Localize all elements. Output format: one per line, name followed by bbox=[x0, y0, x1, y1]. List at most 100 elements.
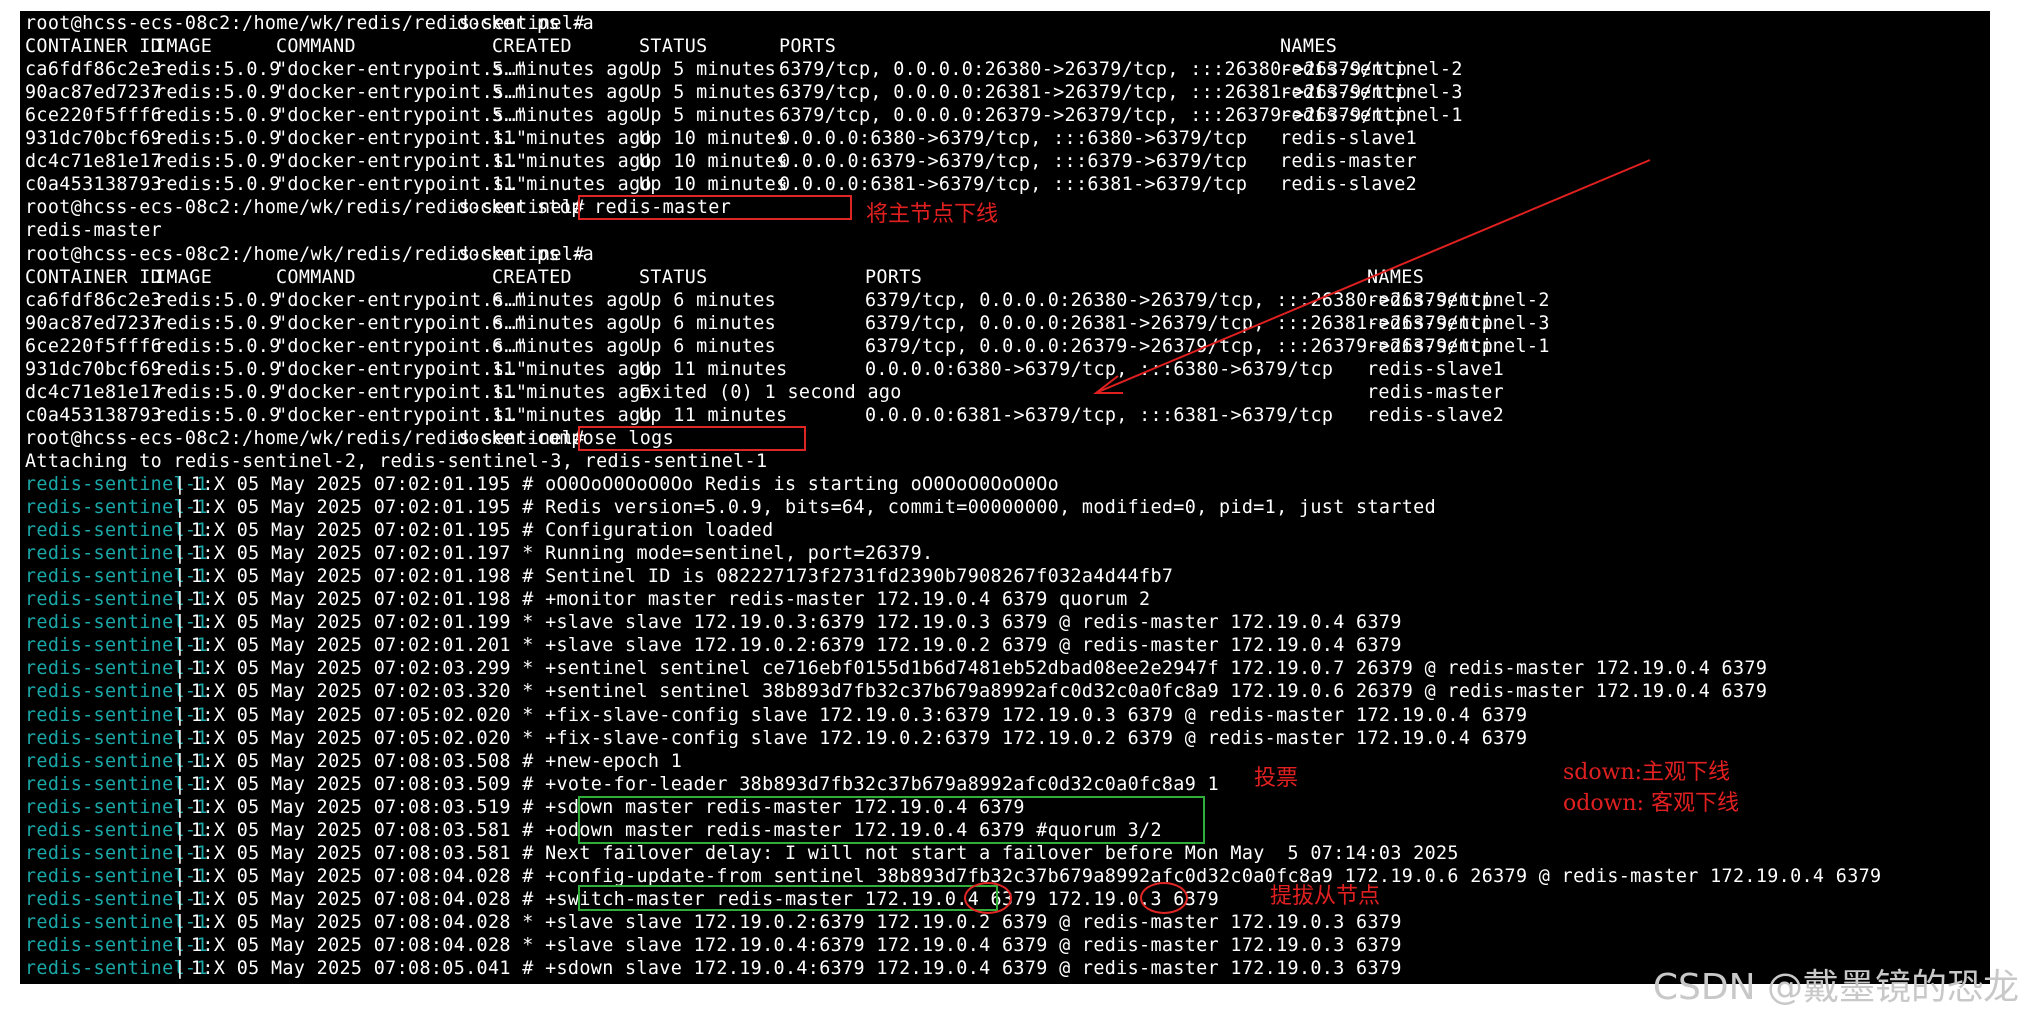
created-cell: 5 minutes ago bbox=[492, 59, 641, 81]
command-cell: "docker-entrypoint.s…" bbox=[276, 174, 528, 196]
created-cell: 11 minutes ago bbox=[492, 381, 652, 403]
image-name: redis:5.0.9 bbox=[155, 335, 281, 357]
container-id: 6ce220f5fff6 bbox=[25, 335, 163, 357]
command-cell: "docker-entrypoint.s…" bbox=[276, 59, 528, 81]
header-status: STATUS bbox=[639, 36, 708, 58]
log-message: 1:X 05 May 2025 07:02:01.198 # Sentinel … bbox=[191, 566, 1174, 588]
created-cell: 5 minutes ago bbox=[492, 105, 641, 127]
image-name: redis:5.0.9 bbox=[155, 358, 281, 380]
circle-old-master-ip bbox=[964, 882, 1012, 914]
container-id: ca6fdf86c2e3 bbox=[25, 59, 163, 81]
image-name: redis:5.0.9 bbox=[155, 128, 281, 150]
names-cell: redis-sentinel-1 bbox=[1280, 105, 1463, 127]
created-cell: 6 minutes ago bbox=[492, 312, 641, 334]
created-cell: 11 minutes ago bbox=[492, 174, 652, 196]
names-cell: redis-slave1 bbox=[1280, 128, 1418, 150]
csdn-watermark: CSDN @戴墨镜的恐龙 bbox=[1652, 967, 2019, 1008]
command-cell: "docker-entrypoint.s…" bbox=[276, 289, 528, 311]
command-text: docker ps -a bbox=[457, 243, 595, 265]
image-name: redis:5.0.9 bbox=[155, 174, 281, 196]
names-cell: redis-sentinel-3 bbox=[1367, 312, 1550, 334]
image-name: redis:5.0.9 bbox=[155, 105, 281, 127]
annotation-odown: odown: 客观下线 bbox=[1563, 791, 1739, 816]
status-cell: Up 5 minutes bbox=[639, 105, 777, 127]
command-cell: "docker-entrypoint.s…" bbox=[276, 105, 528, 127]
log-message: 1:X 05 May 2025 07:08:04.028 * +slave sl… bbox=[191, 935, 1402, 956]
log-message: 1:X 05 May 2025 07:05:02.020 * +fix-slav… bbox=[191, 727, 1528, 749]
ports-cell: 0.0.0.0:6379->6379/tcp, :::6379->6379/tc… bbox=[779, 151, 1248, 173]
names-cell: redis-sentinel-2 bbox=[1367, 289, 1550, 311]
annotation-promote: 提拔从节点 bbox=[1270, 884, 1381, 909]
image-name: redis:5.0.9 bbox=[155, 82, 281, 104]
names-cell: redis-slave2 bbox=[1367, 404, 1505, 426]
header-names: NAMES bbox=[1280, 36, 1338, 58]
status-cell: Up 6 minutes bbox=[639, 312, 777, 334]
header-command: COMMAND bbox=[276, 266, 356, 288]
highlight-compose-command bbox=[578, 426, 806, 451]
image-name: redis:5.0.9 bbox=[155, 59, 281, 81]
container-id: 931dc70bcf69 bbox=[25, 358, 163, 380]
command-cell: "docker-entrypoint.s…" bbox=[276, 151, 528, 173]
ports-cell: 0.0.0.0:6381->6379/tcp, :::6381->6379/tc… bbox=[779, 174, 1248, 196]
image-name: redis:5.0.9 bbox=[155, 289, 281, 311]
command-cell: "docker-entrypoint.s…" bbox=[276, 128, 528, 150]
log-message: 1:X 05 May 2025 07:02:01.195 # oO0OoO0Oo… bbox=[191, 474, 1060, 495]
log-message: 1:X 05 May 2025 07:02:01.199 * +slave sl… bbox=[191, 612, 1402, 634]
stop-output: redis-master bbox=[25, 220, 163, 242]
container-id: 90ac87ed7237 bbox=[25, 312, 163, 334]
image-name: redis:5.0.9 bbox=[155, 381, 281, 403]
annotation-sdown: sdown:主观下线 bbox=[1563, 760, 1731, 785]
status-cell: Up 10 minutes bbox=[639, 128, 788, 150]
created-cell: 11 minutes ago bbox=[492, 358, 652, 380]
log-message: 1:X 05 May 2025 07:02:01.198 # +monitor … bbox=[191, 589, 1151, 611]
log-message: 1:X 05 May 2025 07:08:03.509 # +vote-for… bbox=[191, 773, 1219, 795]
header-created: CREATED bbox=[492, 266, 572, 288]
log-message: 1:X 05 May 2025 07:02:01.197 * Running m… bbox=[191, 543, 934, 565]
header-ports: PORTS bbox=[779, 36, 837, 58]
command-cell: "docker-entrypoint.s…" bbox=[276, 381, 528, 403]
image-name: redis:5.0.9 bbox=[155, 404, 281, 426]
command-cell: "docker-entrypoint.s…" bbox=[276, 404, 528, 426]
container-id: 6ce220f5fff6 bbox=[25, 105, 163, 127]
annotation-vote: 投票 bbox=[1254, 766, 1299, 791]
header-names: NAMES bbox=[1367, 266, 1425, 288]
highlight-switch-master bbox=[578, 885, 998, 911]
names-cell: redis-master bbox=[1280, 151, 1418, 173]
status-cell: Up 11 minutes bbox=[639, 404, 788, 426]
header-container-id: CONTAINER ID bbox=[25, 266, 163, 288]
container-id: c0a453138793 bbox=[25, 174, 163, 196]
attaching-text: Attaching to redis-sentinel-2, redis-sen… bbox=[25, 450, 768, 472]
header-container-id: CONTAINER ID bbox=[25, 36, 163, 58]
log-message: 1:X 05 May 2025 07:08:03.508 # +new-epoc… bbox=[191, 750, 683, 772]
log-message: 1:X 05 May 2025 07:05:02.020 * +fix-slav… bbox=[191, 704, 1528, 726]
header-created: CREATED bbox=[492, 36, 572, 58]
highlight-sdown-odown bbox=[578, 796, 1205, 844]
command-cell: "docker-entrypoint.s…" bbox=[276, 82, 528, 104]
header-image: IMAGE bbox=[155, 36, 213, 58]
ports-cell: 0.0.0.0:6381->6379/tcp, :::6381->6379/tc… bbox=[865, 404, 1334, 426]
ports-cell: 0.0.0.0:6380->6379/tcp, :::6380->6379/tc… bbox=[865, 358, 1334, 380]
command-cell: "docker-entrypoint.s…" bbox=[276, 312, 528, 334]
header-status: STATUS bbox=[639, 266, 708, 288]
status-cell: Up 5 minutes bbox=[639, 59, 777, 81]
ports-cell: 0.0.0.0:6380->6379/tcp, :::6380->6379/tc… bbox=[779, 128, 1248, 150]
names-cell: redis-sentinel-3 bbox=[1280, 82, 1463, 104]
created-cell: 6 minutes ago bbox=[492, 335, 641, 357]
container-id: 90ac87ed7237 bbox=[25, 82, 163, 104]
header-command: COMMAND bbox=[276, 36, 356, 58]
highlight-stop-command bbox=[578, 195, 852, 220]
status-cell: Up 11 minutes bbox=[639, 358, 788, 380]
log-message: 1:X 05 May 2025 07:02:01.195 # Redis ver… bbox=[191, 497, 1437, 519]
annotation-stop-master: 将主节点下线 bbox=[866, 202, 999, 227]
created-cell: 11 minutes ago bbox=[492, 151, 652, 173]
status-cell: Up 5 minutes bbox=[639, 82, 777, 104]
status-cell: Up 6 minutes bbox=[639, 289, 777, 311]
image-name: redis:5.0.9 bbox=[155, 312, 281, 334]
names-cell: redis-slave2 bbox=[1280, 174, 1418, 196]
created-cell: 11 minutes ago bbox=[492, 128, 652, 150]
names-cell: redis-sentinel-2 bbox=[1280, 59, 1463, 81]
log-message: 1:X 05 May 2025 07:08:04.028 # +config-u… bbox=[191, 865, 1882, 887]
status-cell: Up 10 minutes bbox=[639, 151, 788, 173]
log-message: 1:X 05 May 2025 07:02:01.195 # Configura… bbox=[191, 520, 774, 542]
container-id: ca6fdf86c2e3 bbox=[25, 289, 163, 311]
